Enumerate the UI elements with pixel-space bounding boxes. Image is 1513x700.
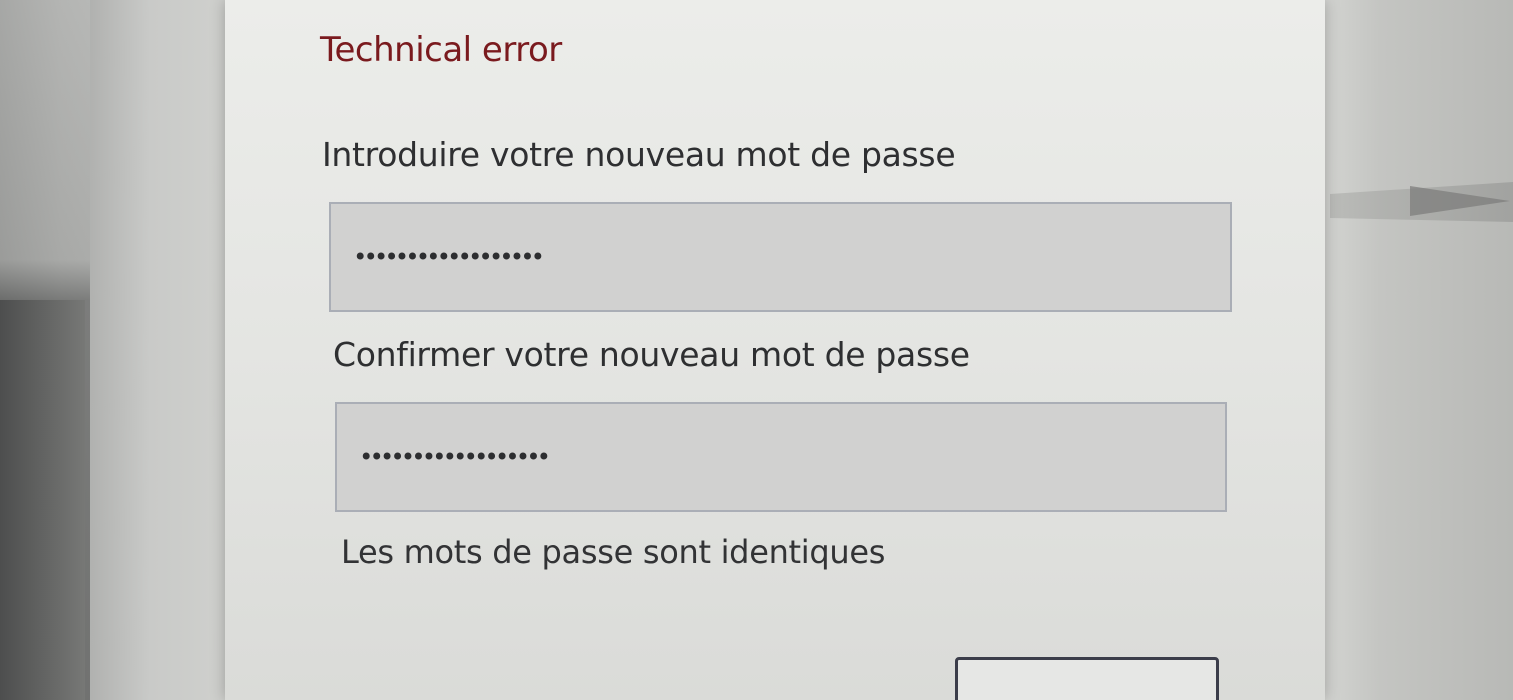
confirm-password-input[interactable] xyxy=(337,404,1225,510)
new-password-input[interactable] xyxy=(331,204,1230,310)
background-right-arrow-shape xyxy=(1410,186,1510,216)
new-password-label: Introduire votre nouveau mot de passe xyxy=(322,135,956,174)
password-match-status: Les mots de passe sont identiques xyxy=(341,533,886,571)
password-change-panel: Technical error Introduire votre nouveau… xyxy=(225,0,1325,700)
confirm-password-label: Confirmer votre nouveau mot de passe xyxy=(333,335,970,374)
submit-button[interactable] xyxy=(955,657,1219,700)
new-password-field-box xyxy=(329,202,1232,312)
background-left-shadow xyxy=(0,300,85,700)
confirm-password-field-box xyxy=(335,402,1227,512)
technical-error-message: Technical error xyxy=(320,30,562,70)
